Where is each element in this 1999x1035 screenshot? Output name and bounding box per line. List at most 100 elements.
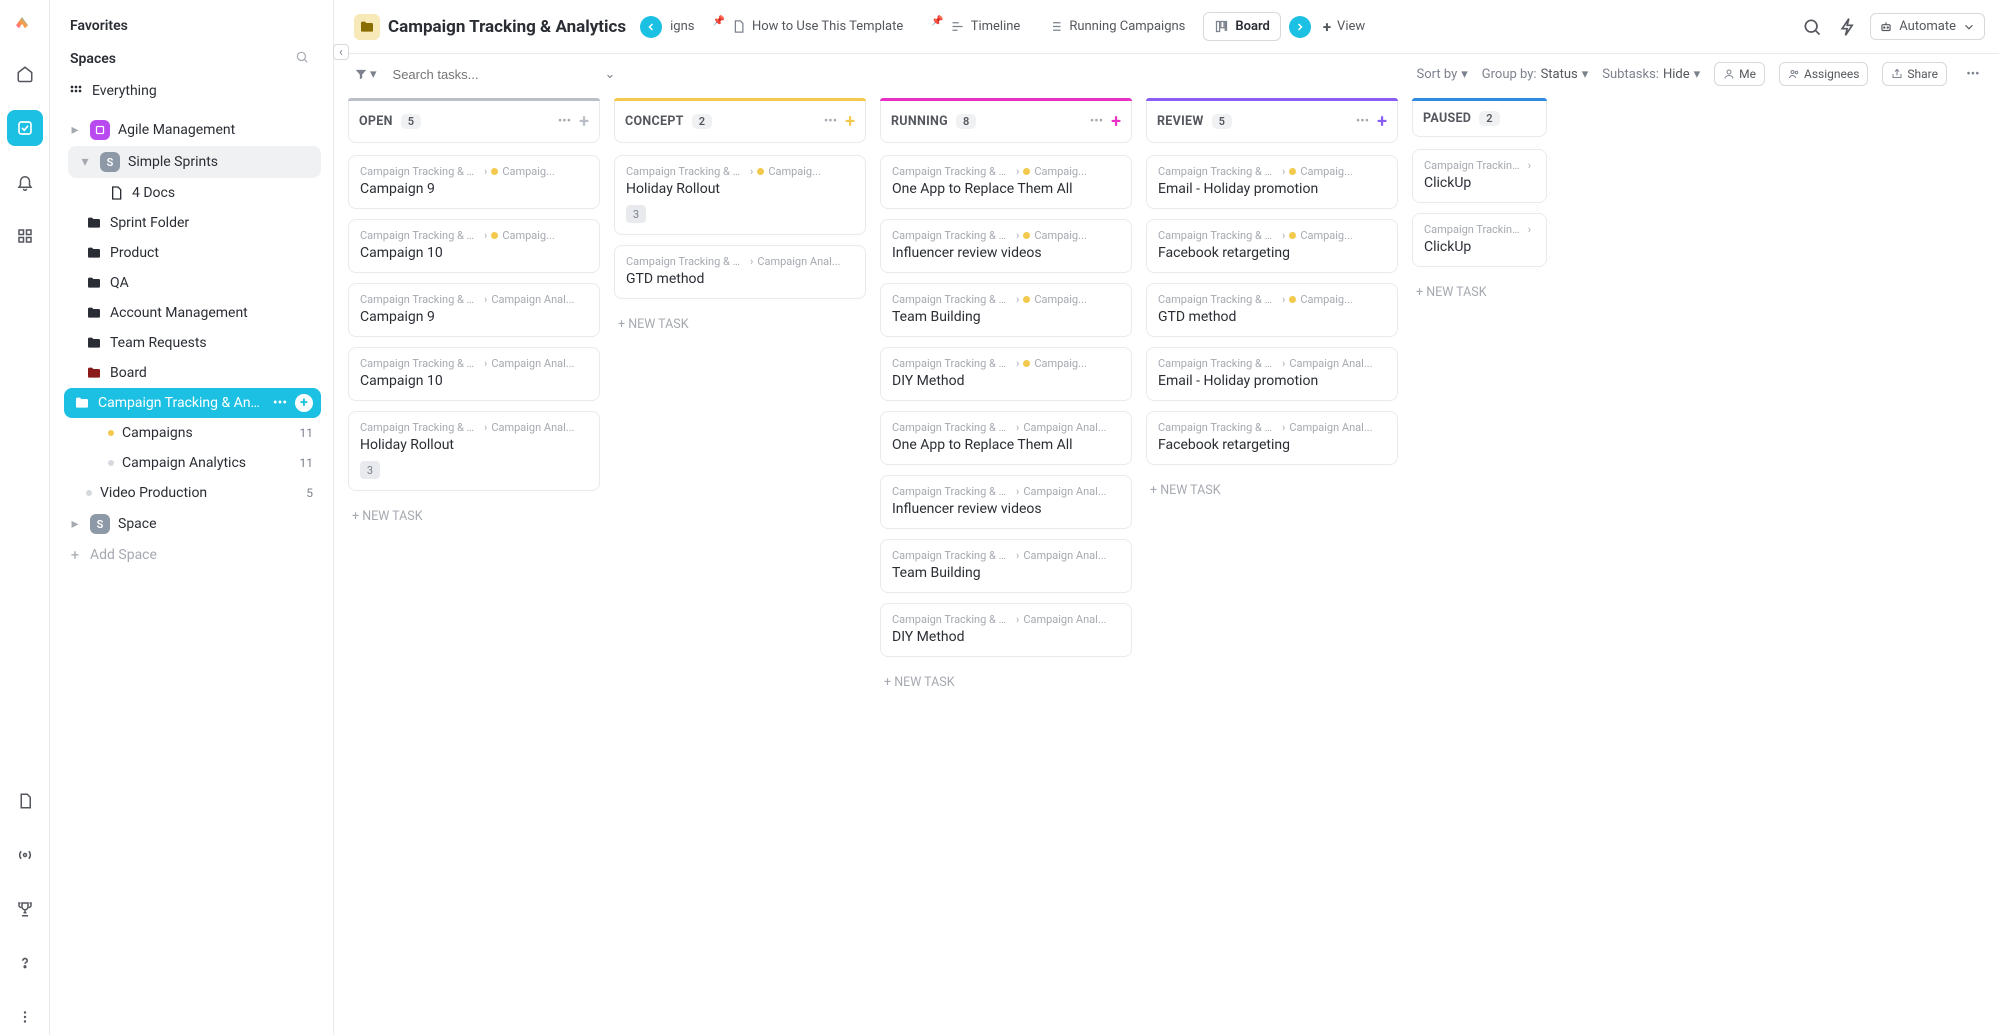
task-card[interactable]: Campaign Tracking & Analyti...›Campaig..… bbox=[348, 219, 600, 273]
sidebar-folder-product[interactable]: Product bbox=[76, 238, 321, 268]
me-button[interactable]: Me bbox=[1714, 62, 1765, 86]
tab-board[interactable]: Board bbox=[1203, 12, 1280, 41]
task-card[interactable]: Campaign Tracking & An...›Campaign Anal.… bbox=[1146, 347, 1398, 401]
column-header[interactable]: PAUSED2 bbox=[1412, 101, 1547, 137]
chevron-down-icon: ▾ bbox=[1694, 67, 1701, 82]
new-task-button[interactable]: + NEW TASK bbox=[880, 667, 1132, 698]
task-card[interactable]: Campaign Tracking & An...›Campaign Anal.… bbox=[880, 411, 1132, 465]
tab-running-campaigns[interactable]: Running Campaigns bbox=[1038, 13, 1195, 40]
task-card[interactable]: Campaign Tracking & Analyti...›Campaig..… bbox=[880, 219, 1132, 273]
column-header[interactable]: RUNNING8•••+ bbox=[880, 101, 1132, 143]
more-icon[interactable]: ••• bbox=[271, 394, 289, 412]
scroll-tabs-right[interactable] bbox=[1289, 16, 1311, 38]
sidebar-space-agile[interactable]: ▸ Agile Management bbox=[58, 114, 321, 146]
column-add-button[interactable]: + bbox=[1377, 111, 1387, 132]
chevron-down-icon[interactable]: ▾ bbox=[78, 154, 92, 170]
broadcast-icon[interactable] bbox=[7, 837, 43, 873]
column-more-icon[interactable]: ••• bbox=[824, 114, 837, 129]
sidebar-everything[interactable]: Everything bbox=[58, 76, 321, 106]
collapse-sidebar-button[interactable]: ‹ bbox=[333, 44, 349, 60]
task-card[interactable]: Campaign Tracking & An...›Campaign Anal.… bbox=[1146, 411, 1398, 465]
column-header[interactable]: OPEN5•••+ bbox=[348, 101, 600, 143]
sidebar-folder-board[interactable]: Board bbox=[76, 358, 321, 388]
column-more-icon[interactable]: ••• bbox=[1356, 114, 1369, 129]
search-icon[interactable] bbox=[295, 50, 309, 68]
task-card[interactable]: Campaign Tracking & Analyti...›Campaig..… bbox=[880, 347, 1132, 401]
assignees-button[interactable]: Assignees bbox=[1779, 62, 1868, 86]
column-add-button[interactable]: + bbox=[579, 111, 589, 132]
task-card[interactable]: Campaign Tracking & Analyti...›Campaig..… bbox=[348, 155, 600, 209]
chevron-right-icon[interactable]: ▸ bbox=[68, 516, 82, 532]
new-task-button[interactable]: + NEW TASK bbox=[348, 501, 600, 532]
sort-by-button[interactable]: Sort by ▾ bbox=[1417, 67, 1468, 82]
task-card[interactable]: Campaign Tracking & Ana›ClickUp bbox=[1412, 149, 1547, 203]
new-task-button[interactable]: + NEW TASK bbox=[1412, 277, 1547, 308]
tab-truncated[interactable]: igns bbox=[670, 19, 694, 34]
doc-icon[interactable] bbox=[7, 783, 43, 819]
task-card[interactable]: Campaign Tracking & An...›Campaign Anal.… bbox=[348, 283, 600, 337]
column-add-button[interactable]: + bbox=[845, 111, 855, 132]
more-icon[interactable]: ••• bbox=[1961, 67, 1985, 82]
column-more-icon[interactable]: ••• bbox=[558, 114, 571, 129]
task-card[interactable]: Campaign Tracking & Analyti...›Campaig..… bbox=[1146, 283, 1398, 337]
page-title[interactable]: Campaign Tracking & Analytics bbox=[388, 17, 626, 37]
tab-how-to-use[interactable]: 📌 How to Use This Template bbox=[703, 13, 914, 40]
tasks-icon[interactable] bbox=[7, 110, 43, 146]
apps-icon[interactable] bbox=[7, 218, 43, 254]
task-card[interactable]: Campaign Tracking & An...›Campaign Anal.… bbox=[348, 411, 600, 491]
search-icon[interactable] bbox=[1798, 13, 1826, 41]
add-button[interactable]: + bbox=[295, 394, 313, 412]
search-input[interactable] bbox=[391, 66, 591, 83]
task-card[interactable]: Campaign Tracking & An...›Campaign Anal.… bbox=[348, 347, 600, 401]
column-header[interactable]: REVIEW5•••+ bbox=[1146, 101, 1398, 143]
task-card[interactable]: Campaign Tracking & An...›Campaign Anal.… bbox=[880, 603, 1132, 657]
task-card[interactable]: Campaign Tracking & Analyti...›Campaig..… bbox=[1146, 155, 1398, 209]
task-card[interactable]: Campaign Tracking & An...›Campaign Anal.… bbox=[880, 475, 1132, 529]
task-card[interactable]: Campaign Tracking & An...›Campaign Anal.… bbox=[880, 539, 1132, 593]
sidebar-space-space[interactable]: ▸ S Space bbox=[58, 508, 321, 540]
chevron-down-icon[interactable]: ⌄ bbox=[605, 67, 616, 82]
sidebar-list-campaign-analytics[interactable]: Campaign Analytics 11 bbox=[98, 448, 321, 478]
tab-timeline[interactable]: 📌 Timeline bbox=[921, 13, 1030, 40]
sidebar-folder-sprint[interactable]: Sprint Folder bbox=[76, 208, 321, 238]
add-view-button[interactable]: + View bbox=[1319, 12, 1375, 42]
scroll-tabs-left[interactable] bbox=[640, 16, 662, 38]
new-task-button[interactable]: + NEW TASK bbox=[1146, 475, 1398, 506]
chevron-right-icon[interactable]: ▸ bbox=[68, 122, 82, 138]
favorites-header[interactable]: Favorites bbox=[58, 10, 321, 42]
sidebar-folder-account-mgmt[interactable]: Account Management bbox=[76, 298, 321, 328]
help-icon[interactable] bbox=[7, 945, 43, 981]
clickup-logo[interactable] bbox=[13, 14, 37, 38]
sidebar-folder-team-requests[interactable]: Team Requests bbox=[76, 328, 321, 358]
sidebar-add-space[interactable]: + Add Space bbox=[58, 540, 321, 570]
card-title: Campaign 10 bbox=[360, 373, 588, 389]
column-header[interactable]: CONCEPT2•••+ bbox=[614, 101, 866, 143]
task-card[interactable]: Campaign Tracking & Analyti...›Campaig..… bbox=[614, 155, 866, 235]
task-card[interactable]: Campaign Tracking & Analyti...›Campaig..… bbox=[1146, 219, 1398, 273]
automate-button[interactable]: Automate bbox=[1870, 13, 1985, 40]
more-icon[interactable] bbox=[7, 999, 43, 1035]
column-add-button[interactable]: + bbox=[1111, 111, 1121, 132]
new-task-button[interactable]: + NEW TASK bbox=[614, 309, 866, 340]
sidebar-folder-qa[interactable]: QA bbox=[76, 268, 321, 298]
share-button[interactable]: Share bbox=[1882, 62, 1947, 86]
task-card[interactable]: Campaign Tracking & An...›Campaign Anal.… bbox=[614, 245, 866, 299]
subtasks-button[interactable]: Subtasks: Hide ▾ bbox=[1602, 67, 1700, 82]
spaces-header[interactable]: Spaces bbox=[58, 42, 321, 76]
sidebar-folder-campaign-tracking[interactable]: Campaign Tracking & Analy... ••• + bbox=[64, 388, 321, 418]
task-card[interactable]: Campaign Tracking & Analyti...›Campaig..… bbox=[880, 155, 1132, 209]
task-card[interactable]: Campaign Tracking & Analyti...›Campaig..… bbox=[880, 283, 1132, 337]
column-more-icon[interactable]: ••• bbox=[1090, 114, 1103, 129]
notifications-icon[interactable] bbox=[7, 164, 43, 200]
group-by-button[interactable]: Group by: Status ▾ bbox=[1482, 67, 1588, 82]
sidebar-list-video-production[interactable]: Video Production 5 bbox=[76, 478, 321, 508]
home-icon[interactable] bbox=[7, 56, 43, 92]
task-card[interactable]: Campaign Tracking & Ana›ClickUp bbox=[1412, 213, 1547, 267]
trophy-icon[interactable] bbox=[7, 891, 43, 927]
bolt-icon[interactable] bbox=[1834, 13, 1862, 41]
filter-button[interactable]: ▾ bbox=[354, 67, 377, 82]
sidebar-list-campaigns[interactable]: Campaigns 11 bbox=[98, 418, 321, 448]
board[interactable]: OPEN5•••+Campaign Tracking & Analyti...›… bbox=[334, 98, 1999, 1035]
sidebar-space-simple-sprints[interactable]: ▾ S Simple Sprints bbox=[68, 146, 321, 178]
sidebar-docs[interactable]: 4 Docs bbox=[98, 178, 321, 208]
